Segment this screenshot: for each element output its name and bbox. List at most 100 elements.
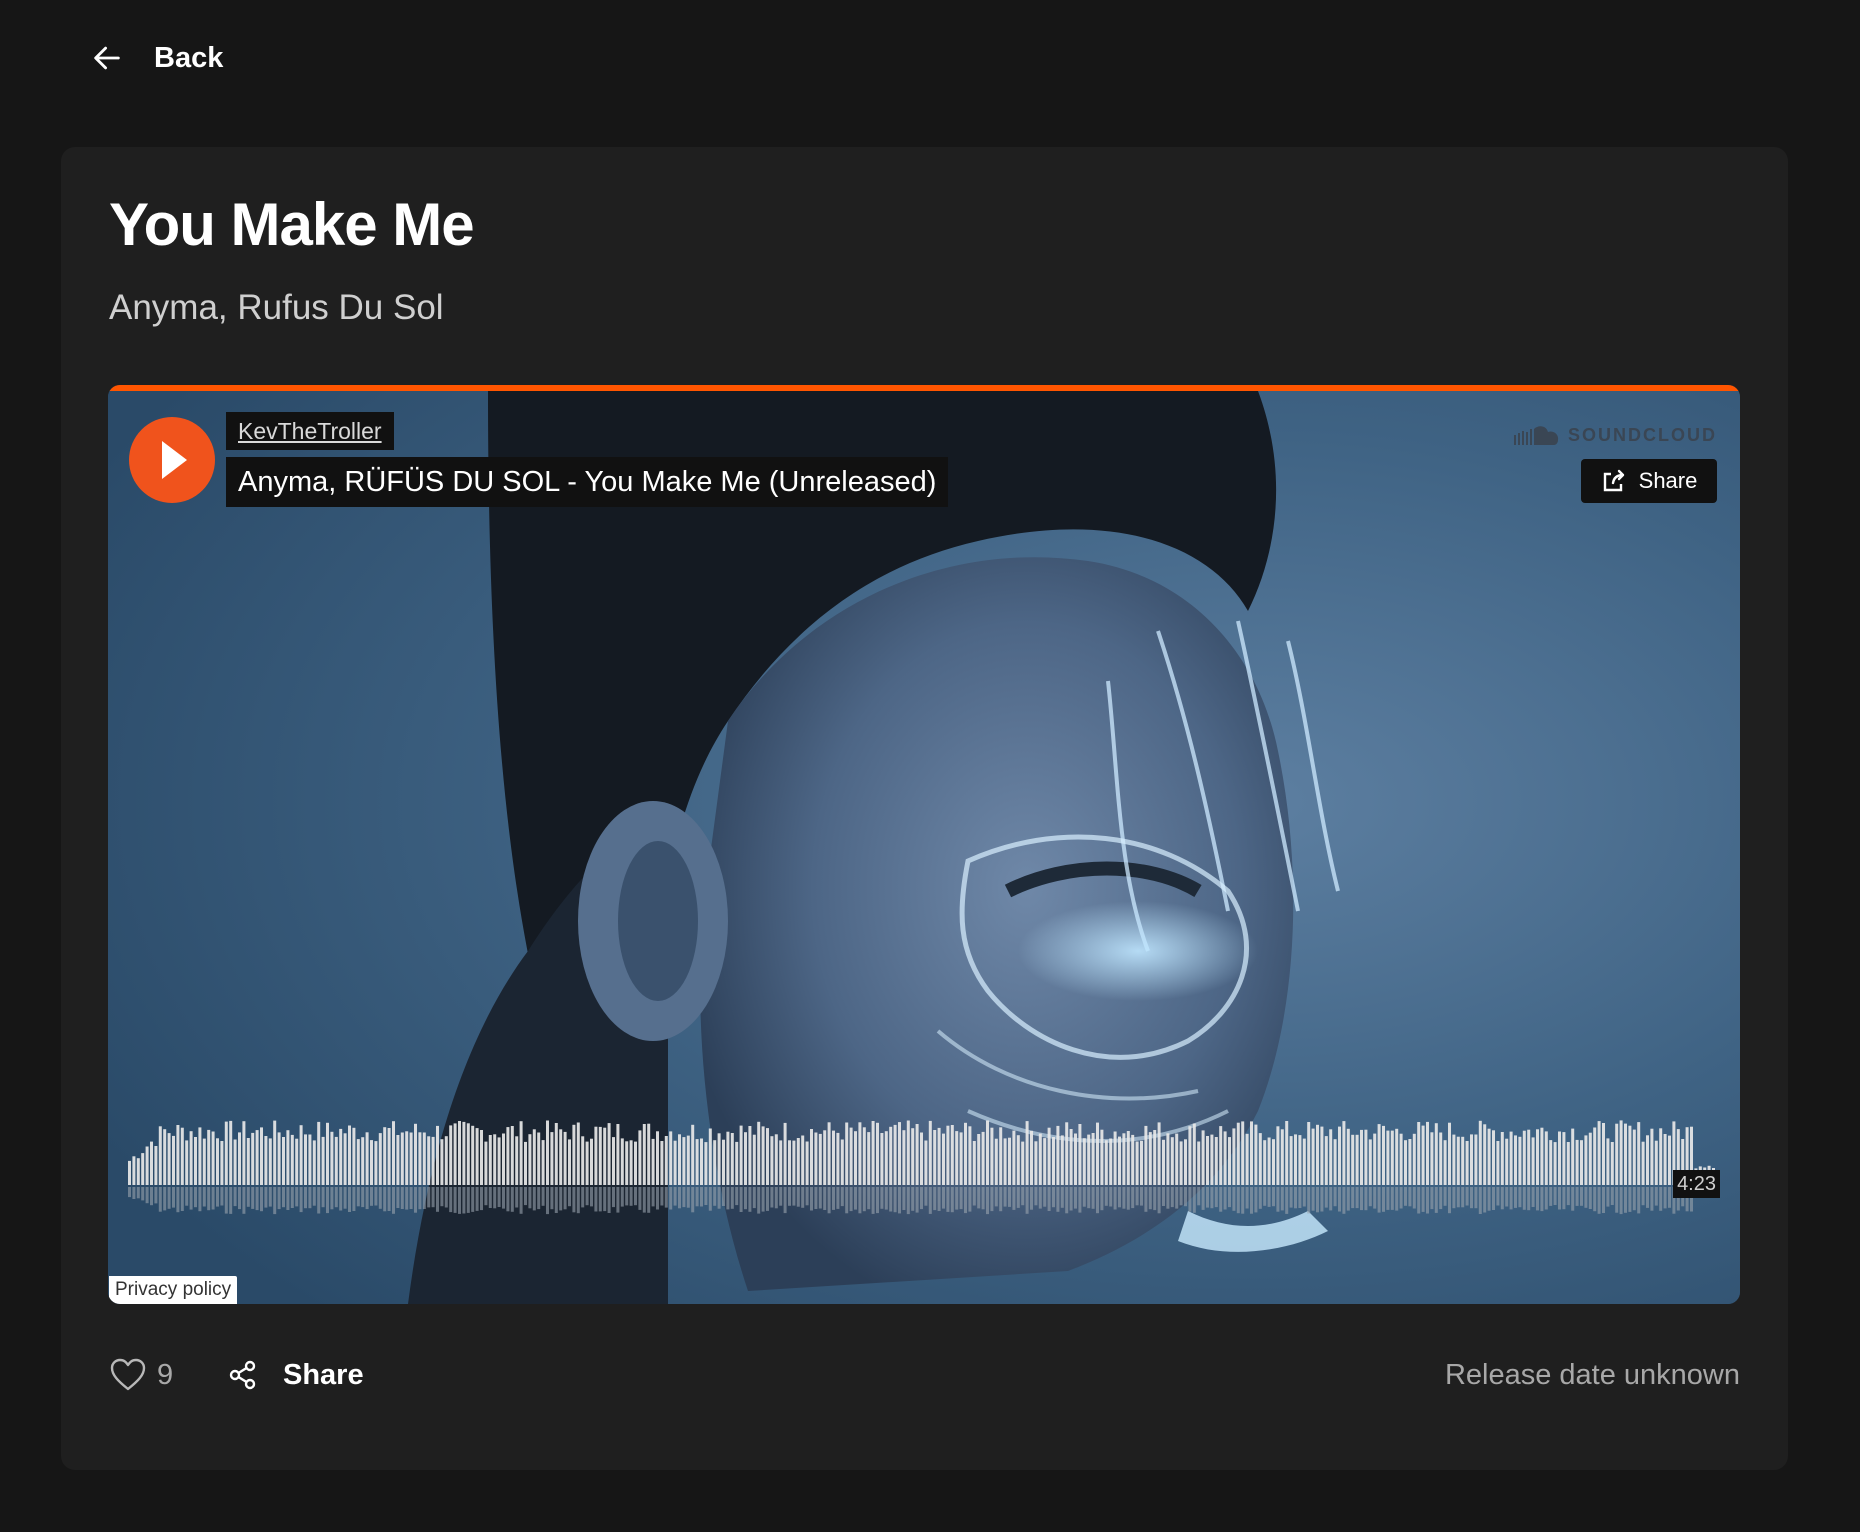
uploader-link[interactable]: KevTheTroller <box>238 418 382 445</box>
waveform-bar <box>1175 1133 1179 1185</box>
waveform-bar <box>999 1127 1003 1185</box>
waveform-reflection-bar <box>638 1187 642 1210</box>
embed-track-title-text[interactable]: Anyma, RÜFÜS DU SOL - You Make Me (Unrel… <box>238 466 936 499</box>
waveform-bar <box>506 1127 510 1185</box>
waveform-reflection-bar <box>128 1187 131 1198</box>
waveform-reflection-bar <box>1615 1187 1619 1213</box>
waveform-reflection-bar <box>1118 1187 1121 1208</box>
waveform-bar <box>1074 1133 1077 1185</box>
waveform-bar <box>884 1131 888 1185</box>
play-button[interactable] <box>129 417 215 503</box>
waveform-bar <box>1016 1135 1020 1185</box>
waveform-bar <box>1632 1129 1636 1185</box>
waveform-bar <box>1536 1129 1539 1185</box>
waveform-reflection-bar <box>889 1187 893 1212</box>
waveform-bar <box>172 1135 175 1185</box>
waveform-bar <box>1082 1138 1086 1185</box>
waveform-reflection-bar <box>493 1187 497 1209</box>
waveform-bar <box>682 1137 686 1185</box>
waveform-bar <box>1593 1127 1597 1185</box>
waveform-reflection-bar <box>642 1187 646 1213</box>
waveform-bar <box>1646 1135 1649 1185</box>
like-button[interactable]: 9 <box>109 1353 173 1397</box>
waveform-bar <box>1056 1125 1060 1185</box>
waveform-reflection-bar <box>1531 1187 1535 1207</box>
waveform-bar <box>317 1121 321 1185</box>
waveform-reflection-bar <box>444 1187 448 1208</box>
waveform-bar <box>449 1125 453 1185</box>
waveform-reflection-bar <box>1663 1187 1667 1209</box>
waveform-reflection-bar <box>1610 1187 1614 1205</box>
waveform-reflection-bar <box>972 1187 976 1206</box>
waveform-bar <box>194 1137 197 1185</box>
waveform-reflection-bar <box>1131 1187 1135 1209</box>
waveform-bar <box>1562 1132 1566 1185</box>
waveform-reflection-bar <box>1426 1187 1429 1214</box>
waveform-bar <box>664 1136 668 1185</box>
waveform-reflection-bar <box>1624 1187 1627 1213</box>
waveform-bar <box>942 1133 945 1185</box>
waveform-reflection-bar <box>453 1187 457 1213</box>
waveform-reflection-bar <box>664 1187 668 1208</box>
soundcloud-logo[interactable]: SOUNDCLOUD <box>1514 423 1717 447</box>
waveform-reflection-bar <box>1175 1187 1179 1209</box>
waveform-bar <box>1399 1133 1403 1185</box>
waveform-reflection-bar <box>700 1187 703 1207</box>
waveform-bar <box>528 1134 532 1185</box>
waveform-bar <box>211 1131 215 1185</box>
waveform-reflection-bar <box>1030 1187 1033 1210</box>
waveform-bar <box>405 1131 409 1185</box>
waveform-reflection-bar <box>524 1187 527 1206</box>
waveform-reflection-bar <box>1148 1187 1152 1210</box>
waveform-bar <box>378 1133 382 1185</box>
waveform-bar <box>1104 1140 1108 1185</box>
waveform-bar <box>823 1130 827 1185</box>
waveform-reflection-bar <box>1571 1187 1575 1211</box>
share-button[interactable]: Share <box>227 1353 364 1397</box>
waveform-reflection-bar <box>1153 1187 1157 1211</box>
waveform-bar <box>1333 1139 1337 1185</box>
waveform-reflection-bar <box>163 1187 167 1211</box>
waveform-bar <box>1184 1139 1187 1185</box>
waveform-reflection-bar <box>590 1187 593 1207</box>
waveform-bar <box>321 1136 325 1185</box>
waveform-reflection-bar <box>682 1187 686 1208</box>
waveform-bar <box>1267 1137 1271 1185</box>
waveform-reflection-bar <box>986 1187 989 1215</box>
waveform-bar <box>581 1136 585 1185</box>
embed-share-button[interactable]: Share <box>1581 459 1717 503</box>
waveform-reflection-bar <box>1236 1187 1240 1214</box>
waveform-bar <box>854 1131 857 1185</box>
waveform-reflection-bar <box>304 1187 307 1209</box>
waveform-bar <box>1404 1140 1407 1185</box>
privacy-policy-link[interactable]: Privacy policy <box>109 1276 238 1304</box>
waveform-bar <box>1637 1122 1641 1185</box>
waveform-bar <box>1324 1136 1328 1185</box>
waveform-reflection-bar <box>1593 1187 1597 1212</box>
waveform-bar <box>603 1127 607 1185</box>
waveform-reflection-bar <box>884 1187 888 1210</box>
waveform-scrubber[interactable] <box>128 1085 1720 1245</box>
waveform-reflection-bar <box>946 1187 950 1212</box>
waveform-reflection-bar <box>660 1187 664 1206</box>
waveform-reflection-bar <box>898 1187 901 1214</box>
share-nodes-icon <box>229 1360 256 1390</box>
back-button[interactable]: Back <box>90 38 223 78</box>
waveform-reflection-bar <box>1399 1187 1403 1209</box>
waveform-bar <box>537 1132 541 1185</box>
waveform-bar <box>480 1130 483 1185</box>
waveform-reflection-bar <box>198 1187 202 1212</box>
waveform-bar <box>1201 1130 1205 1185</box>
waveform-bar <box>1355 1134 1359 1185</box>
waveform-bar <box>1038 1133 1042 1185</box>
waveform-bar <box>352 1127 356 1185</box>
waveform-bar <box>1474 1134 1478 1185</box>
waveform-bar <box>898 1122 901 1185</box>
waveform-reflection-bar <box>436 1187 439 1212</box>
waveform-reflection-bar <box>766 1187 769 1211</box>
waveform-reflection-bar <box>154 1187 158 1204</box>
waveform-bar <box>1580 1140 1583 1185</box>
waveform-bar <box>1575 1139 1579 1185</box>
waveform-bar <box>744 1132 747 1185</box>
waveform-bar <box>431 1136 435 1185</box>
